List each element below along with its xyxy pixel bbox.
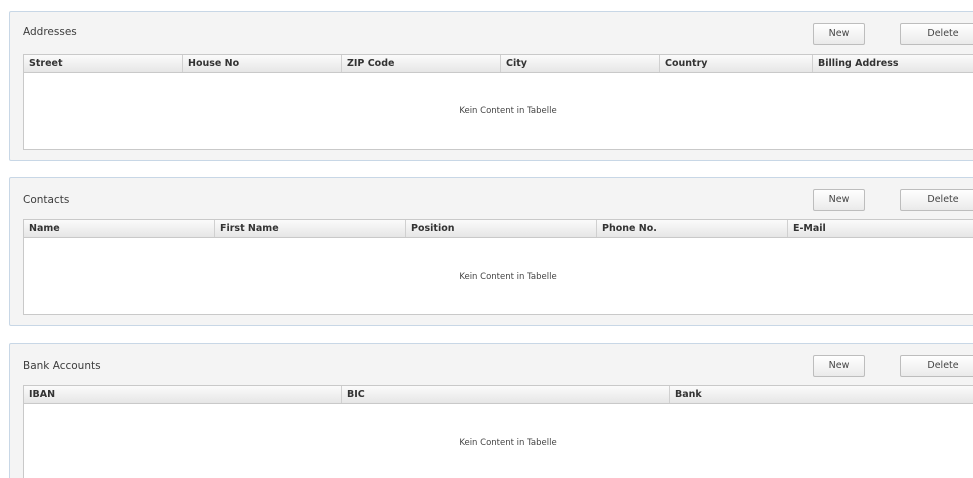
bank-accounts-panel: Bank Accounts New Delete IBAN BIC Bank K… — [9, 343, 973, 478]
column-header-city[interactable]: City — [501, 55, 660, 72]
column-header-name[interactable]: Name — [24, 220, 215, 237]
bank-accounts-empty-placeholder: Kein Content in Tabelle — [459, 438, 557, 448]
column-header-house-no[interactable]: House No — [183, 55, 342, 72]
bank-accounts-new-button[interactable]: New — [813, 355, 865, 377]
column-header-street[interactable]: Street — [24, 55, 183, 72]
contacts-empty-placeholder: Kein Content in Tabelle — [459, 272, 557, 282]
column-header-first-name[interactable]: First Name — [215, 220, 406, 237]
detail-view: Addresses New Delete Street House No ZIP… — [0, 0, 973, 478]
column-header-email[interactable]: E-Mail — [788, 220, 973, 237]
column-header-country[interactable]: Country — [660, 55, 813, 72]
addresses-delete-button[interactable]: Delete — [900, 23, 973, 45]
contacts-panel: Contacts New Delete Name First Name Posi… — [9, 177, 973, 326]
addresses-empty-placeholder: Kein Content in Tabelle — [459, 106, 557, 116]
bank-accounts-table[interactable]: IBAN BIC Bank Kein Content in Tabelle — [23, 385, 973, 478]
contacts-table-header: Name First Name Position Phone No. E-Mai… — [24, 220, 973, 238]
addresses-title: Addresses — [23, 26, 77, 38]
contacts-delete-button[interactable]: Delete — [900, 189, 973, 211]
column-header-phone-no[interactable]: Phone No. — [597, 220, 788, 237]
column-header-position[interactable]: Position — [406, 220, 597, 237]
addresses-new-button[interactable]: New — [813, 23, 865, 45]
column-header-bic[interactable]: BIC — [342, 386, 670, 403]
bank-accounts-delete-button[interactable]: Delete — [900, 355, 973, 377]
addresses-table[interactable]: Street House No ZIP Code City Country Bi… — [23, 54, 973, 150]
contacts-title: Contacts — [23, 194, 70, 206]
column-header-bank[interactable]: Bank — [670, 386, 973, 403]
contacts-new-button[interactable]: New — [813, 189, 865, 211]
column-header-iban[interactable]: IBAN — [24, 386, 342, 403]
addresses-panel: Addresses New Delete Street House No ZIP… — [9, 11, 973, 161]
addresses-table-header: Street House No ZIP Code City Country Bi… — [24, 55, 973, 73]
column-header-zip-code[interactable]: ZIP Code — [342, 55, 501, 72]
column-header-billing-address[interactable]: Billing Address — [813, 55, 973, 72]
contacts-table[interactable]: Name First Name Position Phone No. E-Mai… — [23, 219, 973, 315]
bank-accounts-title: Bank Accounts — [23, 360, 101, 372]
bank-accounts-table-header: IBAN BIC Bank — [24, 386, 973, 404]
